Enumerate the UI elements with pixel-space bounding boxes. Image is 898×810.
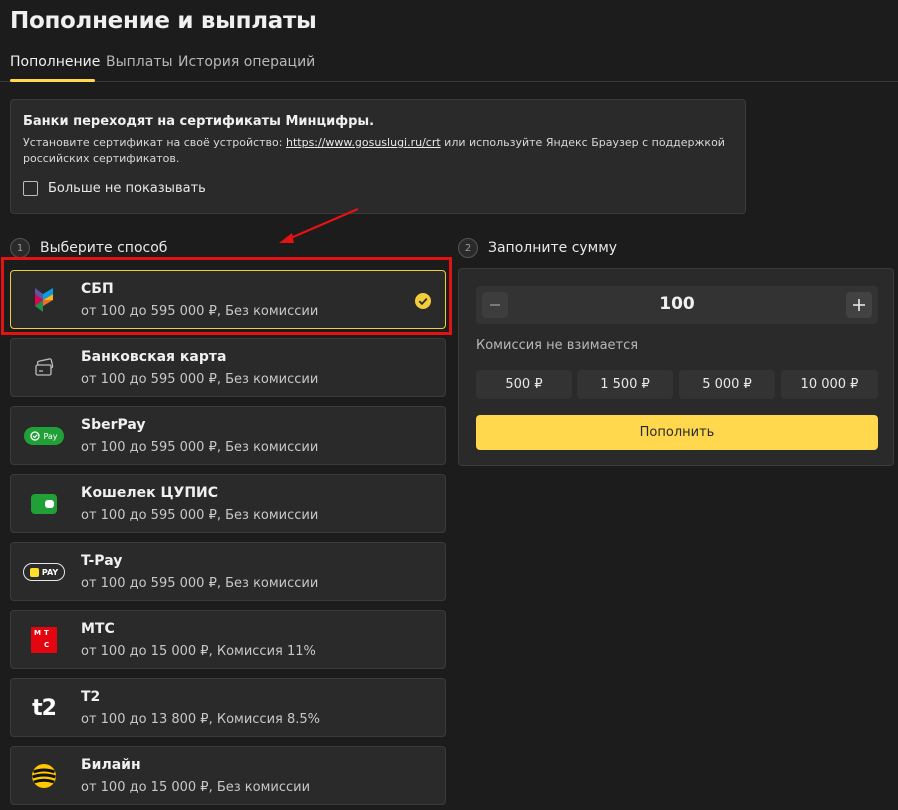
mts-letter-t: Т (44, 629, 49, 637)
mts-icon: М Т С (23, 623, 65, 657)
page-title: Пополнение и выплаты (10, 8, 317, 34)
checkbox-box[interactable] (23, 181, 38, 196)
notice-text: Установите сертификат на своё устройство… (23, 135, 733, 167)
tabs-bar: Пополнение Выплаты История операций (0, 50, 898, 82)
method-name: МТС (81, 621, 115, 637)
method-desc: от 100 до 13 800 ₽, Комиссия 8.5% (81, 712, 320, 727)
red-highlight-annotation (1, 257, 452, 335)
mts-letter-m: М (34, 629, 41, 637)
method-beeline[interactable]: Билайн от 100 до 15 000 ₽, Без комиссии (10, 746, 446, 805)
tpay-icon: PAY (23, 555, 65, 589)
amount-stepper: 100 (476, 286, 878, 324)
method-cupis-wallet[interactable]: Кошелек ЦУПИС от 100 до 595 000 ₽, Без к… (10, 474, 446, 533)
step-choose-method: 1 Выберите способ (10, 238, 167, 258)
active-tab-indicator (10, 79, 95, 82)
method-name: T2 (81, 689, 101, 705)
step-number: 1 (10, 238, 30, 258)
method-desc: от 100 до 595 000 ₽, Без комиссии (81, 372, 319, 387)
commission-text: Комиссия не взимается (476, 338, 639, 353)
beeline-icon (23, 759, 65, 793)
topup-submit-button[interactable]: Пополнить (476, 415, 878, 450)
method-desc: от 100 до 595 000 ₽, Без комиссии (81, 508, 319, 523)
certificate-notice: Банки переходят на сертификаты Минцифры.… (10, 99, 746, 214)
sberpay-icon-text: Pay (43, 431, 58, 441)
dont-show-again-checkbox[interactable]: Больше не показывать (23, 181, 206, 196)
tab-payouts[interactable]: Выплаты (106, 54, 173, 70)
step-label: Заполните сумму (488, 240, 618, 256)
method-bank-card[interactable]: Банковская карта от 100 до 595 000 ₽, Бе… (10, 338, 446, 397)
preset-amount-500[interactable]: 500 ₽ (476, 370, 572, 399)
tab-history[interactable]: История операций (178, 54, 315, 70)
wallet-icon (23, 487, 65, 521)
sberpay-icon: Pay (23, 419, 65, 453)
method-sberpay[interactable]: Pay SberPay от 100 до 595 000 ₽, Без ком… (10, 406, 446, 465)
red-arrow-annotation (279, 207, 359, 243)
plus-button[interactable] (846, 292, 872, 318)
method-desc: от 100 до 595 000 ₽, Без комиссии (81, 440, 319, 455)
method-name: T-Pay (81, 553, 123, 569)
plus-icon (853, 299, 865, 311)
method-desc: от 100 до 15 000 ₽, Без комиссии (81, 780, 311, 795)
card-icon (23, 351, 65, 385)
preset-amount-1500[interactable]: 1 500 ₽ (577, 370, 673, 399)
method-name: Банковская карта (81, 349, 227, 365)
t2-logo-text: t2 (32, 695, 57, 721)
gosuslugi-link[interactable]: https://www.gosuslugi.ru/crt (286, 136, 441, 149)
dont-show-again-label: Больше не показывать (48, 181, 206, 196)
step-number: 2 (458, 238, 478, 258)
step-label: Выберите способ (40, 240, 168, 256)
method-t2[interactable]: t2 T2 от 100 до 13 800 ₽, Комиссия 8.5% (10, 678, 446, 737)
preset-amount-5000[interactable]: 5 000 ₽ (679, 370, 775, 399)
preset-amount-10000[interactable]: 10 000 ₽ (781, 370, 878, 399)
tab-topup[interactable]: Пополнение (10, 54, 100, 70)
tpay-icon-text: PAY (41, 567, 59, 577)
amount-panel: 100 Комиссия не взимается 500 ₽ 1 500 ₽ … (458, 268, 894, 466)
t2-icon: t2 (23, 691, 65, 725)
method-mts[interactable]: М Т С МТС от 100 до 15 000 ₽, Комиссия 1… (10, 610, 446, 669)
method-tpay[interactable]: PAY T-Pay от 100 до 595 000 ₽, Без комис… (10, 542, 446, 601)
method-desc: от 100 до 15 000 ₽, Комиссия 11% (81, 644, 316, 659)
method-name: Билайн (81, 757, 141, 773)
mts-letter-s: С (44, 641, 50, 649)
method-name: SberPay (81, 417, 146, 433)
method-desc: от 100 до 595 000 ₽, Без комиссии (81, 576, 319, 591)
notice-title: Банки переходят на сертификаты Минцифры. (23, 114, 375, 129)
method-name: Кошелек ЦУПИС (81, 485, 219, 501)
notice-text-before: Установите сертификат на своё устройство… (23, 136, 286, 149)
amount-input[interactable]: 100 (476, 294, 878, 314)
step-fill-amount: 2 Заполните сумму (458, 238, 617, 258)
